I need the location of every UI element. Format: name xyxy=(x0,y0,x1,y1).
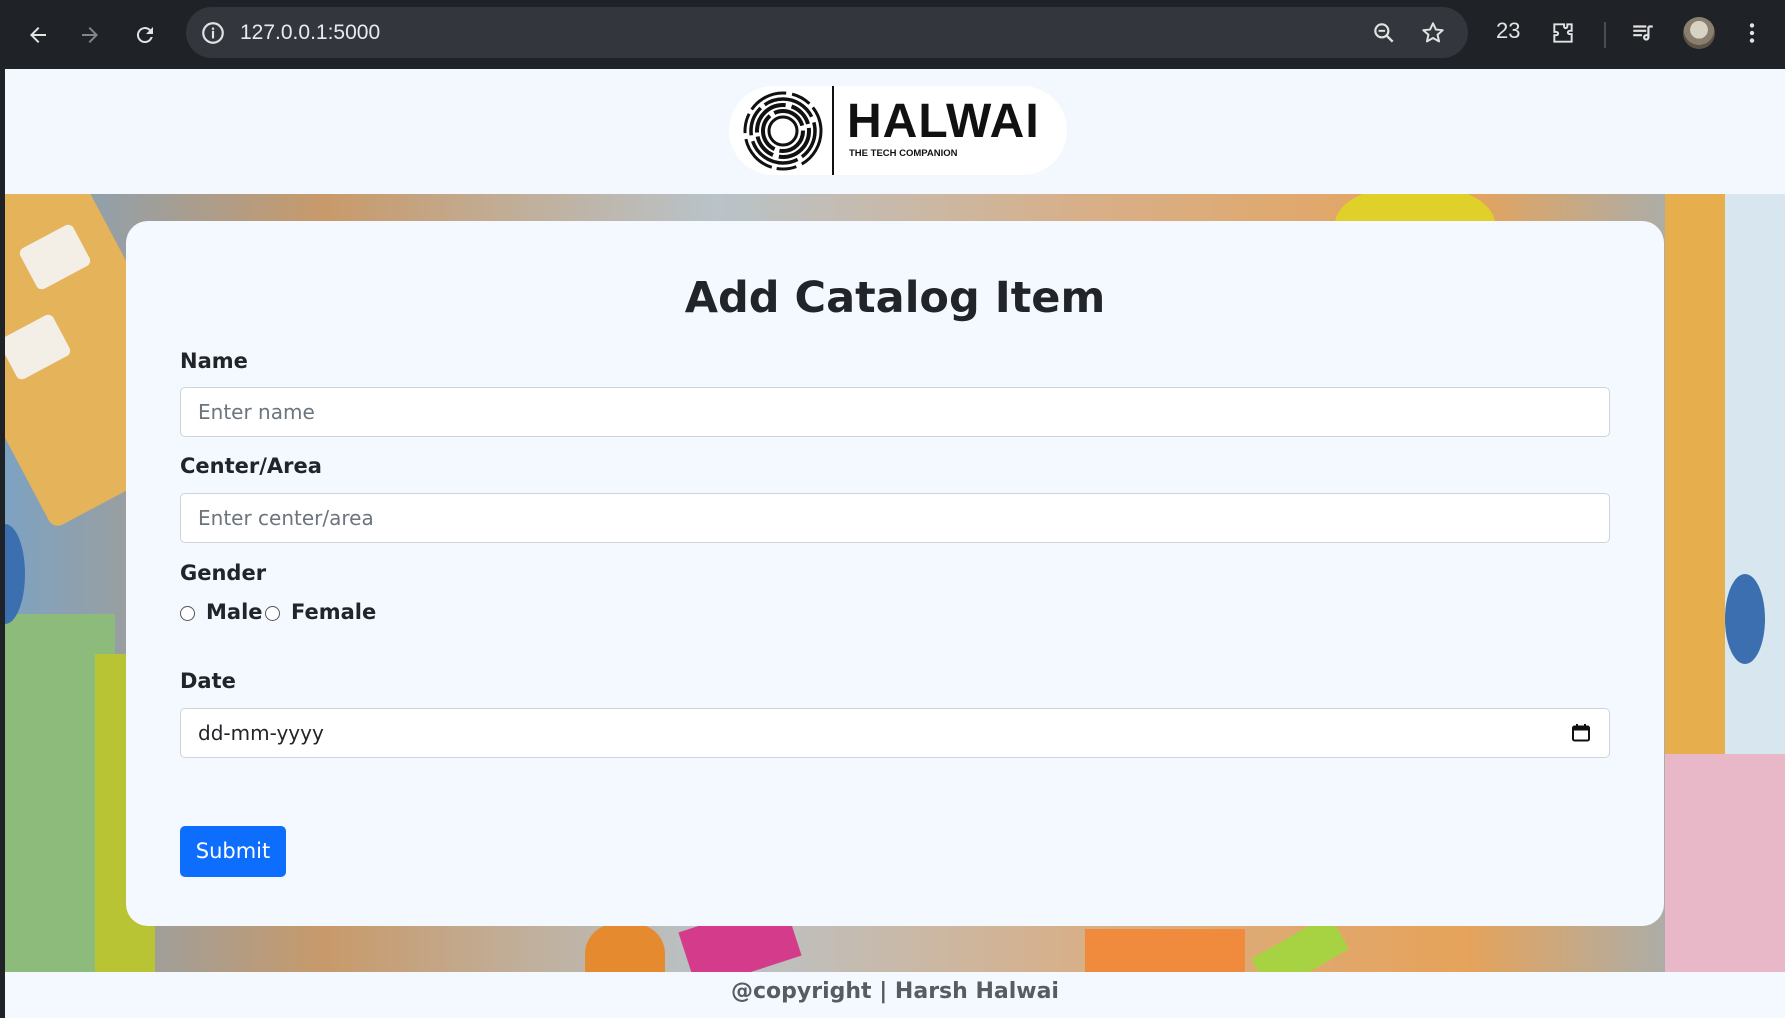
page-title: Add Catalog Item xyxy=(684,273,1106,323)
arrow-left-icon xyxy=(30,27,46,43)
orange-shape xyxy=(585,924,665,972)
submit-button[interactable]: Submit xyxy=(180,826,286,877)
area-label: Center/Area xyxy=(180,454,322,478)
pink-paper-shape xyxy=(1665,754,1785,972)
logo-divider xyxy=(832,86,834,175)
bookmark-star-icon[interactable] xyxy=(1420,20,1446,46)
extensions-button[interactable] xyxy=(1548,18,1578,48)
catalog-form-card: Add Catalog Item Name Enter name Center/… xyxy=(126,221,1664,926)
logo-rings-icon xyxy=(743,91,823,171)
menu-button[interactable] xyxy=(1737,18,1767,48)
site-info-icon[interactable] xyxy=(200,20,226,46)
name-input[interactable]: Enter name xyxy=(180,387,1610,437)
name-label: Name xyxy=(180,349,248,373)
blue-coin-shape xyxy=(1725,574,1765,664)
back-button[interactable] xyxy=(20,17,56,53)
reload-button[interactable] xyxy=(127,17,163,53)
area-input[interactable]: Enter center/area xyxy=(180,493,1610,543)
site-logo[interactable]: HALWAI THE TECH COMPANION xyxy=(729,86,1067,175)
media-controls-button[interactable] xyxy=(1628,18,1658,48)
gender-male-radio[interactable] xyxy=(180,606,195,621)
page-footer: @copyright | Harsh Halwai xyxy=(5,972,1785,1018)
browser-toolbar: 127.0.0.1:5000 23 xyxy=(0,0,1785,69)
gender-label: Gender xyxy=(180,561,267,585)
zoom-icon[interactable] xyxy=(1371,20,1397,46)
date-input[interactable]: dd-mm-yyyy xyxy=(180,708,1610,758)
logo-tagline: THE TECH COMPANION xyxy=(849,148,958,159)
site-header: HALWAI THE TECH COMPANION xyxy=(5,69,1785,194)
puzzle-icon xyxy=(1553,23,1573,43)
ruler-shape xyxy=(1665,194,1725,754)
gender-male-label[interactable]: Male xyxy=(206,600,263,624)
toolbar-divider xyxy=(1604,22,1606,48)
forward-button[interactable] xyxy=(72,17,108,53)
date-input-value: dd-mm-yyyy xyxy=(198,721,324,745)
more-vertical-icon xyxy=(1749,23,1755,43)
date-label: Date xyxy=(180,669,236,693)
playlist-music-icon xyxy=(1633,25,1653,41)
arrow-right-icon xyxy=(82,27,98,43)
profile-avatar[interactable] xyxy=(1683,17,1715,49)
reload-icon xyxy=(136,27,153,44)
orange-block-shape xyxy=(1085,929,1245,972)
calendar-icon[interactable] xyxy=(1571,723,1591,743)
gender-female-radio[interactable] xyxy=(265,606,280,621)
page-viewport: HALWAI THE TECH COMPANION Add Catalog It… xyxy=(5,69,1785,1018)
logo-wordmark: HALWAI xyxy=(847,95,1040,148)
tab-count-badge[interactable]: 23 xyxy=(1496,18,1520,44)
blue-coin-shape xyxy=(5,524,25,624)
gender-female-label[interactable]: Female xyxy=(291,600,376,624)
address-bar[interactable]: 127.0.0.1:5000 xyxy=(186,7,1468,58)
url-text[interactable]: 127.0.0.1:5000 xyxy=(240,20,380,46)
